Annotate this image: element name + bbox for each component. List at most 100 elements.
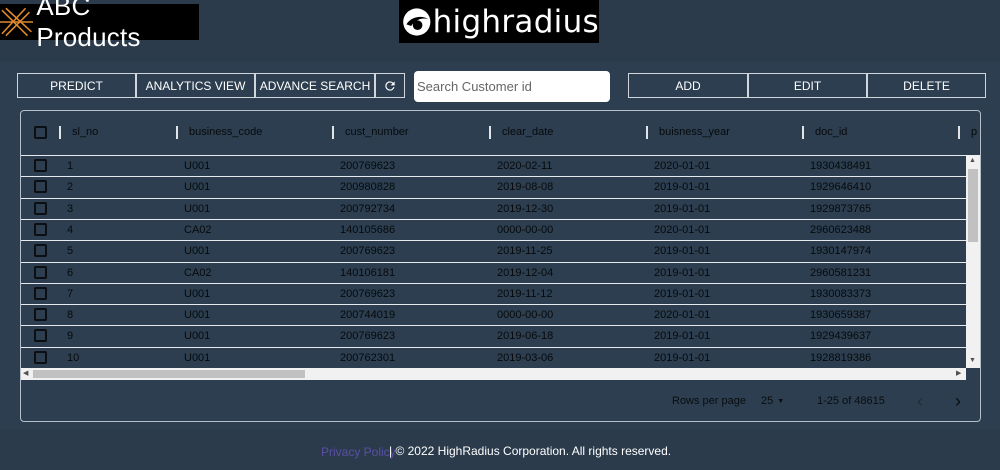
delete-button[interactable]: DELETE [867,73,986,98]
previous-page-icon[interactable]: ‹ [917,391,923,412]
column-separator[interactable] [958,126,960,139]
table-row[interactable]: 5 U001 200769623 2019-11-25 2019-01-01 193014… [21,240,966,261]
highradius-logo: highradius [399,0,599,43]
table-row[interactable]: 10 U001 200762301 2019-03-06 2019-01-01 19288… [21,346,966,368]
column-separator[interactable] [802,126,804,139]
row-checkbox[interactable] [34,308,47,322]
cell-sl-no: 3 [67,202,74,215]
cell-cust-number: 200769623 [340,160,396,172]
scroll-down-arrow-icon[interactable]: ▼ [969,356,976,366]
column-header-business-code[interactable]: business_code [189,126,262,138]
row-checkbox[interactable] [34,329,47,343]
cell-doc-id: 1930083373 [810,287,872,300]
cell-sl-no: 4 [67,223,74,236]
select-all-checkbox[interactable] [34,126,47,139]
row-checkbox[interactable] [34,244,47,258]
scroll-left-arrow-icon[interactable]: ◀ [23,369,28,379]
cell-buisness-year: 2019-01-01 [654,330,711,343]
cell-cust-number: 200769623 [340,330,396,343]
rows-per-page-value: 25 [761,395,774,407]
cell-business-code: U001 [184,330,211,343]
next-page-icon[interactable]: › [955,391,961,412]
scroll-right-arrow-icon[interactable]: ▶ [956,369,961,379]
cell-clear-date: 2019-08-08 [497,181,554,194]
cell-doc-id: 1928819386 [810,351,872,364]
cell-clear-date: 0000-00-00 [497,223,554,236]
column-header-sl-no[interactable]: sl_no [72,126,98,138]
row-checkbox[interactable] [34,350,47,364]
column-header-buisness-year[interactable]: buisness_year [659,126,730,138]
predict-button[interactable]: PREDICT [17,73,136,98]
page-range-text: 1-25 of 48615 [817,395,885,407]
dropdown-caret-icon: ▼ [777,397,785,405]
column-header-partial[interactable]: p [971,126,977,138]
scroll-up-arrow-icon[interactable]: ▲ [969,156,976,166]
row-checkbox[interactable] [34,286,47,300]
cell-clear-date: 2019-06-18 [497,330,554,343]
column-header-doc-id[interactable]: doc_id [815,126,847,138]
row-checkbox[interactable] [34,265,47,279]
cell-doc-id: 1930147974 [810,245,872,258]
search-input[interactable] [417,79,610,94]
column-separator[interactable] [646,126,648,139]
brand-logo: ABC Products [0,0,199,52]
horizontal-scrollbar[interactable]: ◀ ▶ [21,368,966,380]
cell-cust-number: 200744019 [340,309,396,322]
cell-sl-no: 8 [67,309,74,322]
cell-business-code: U001 [184,160,211,172]
row-checkbox[interactable] [34,180,47,194]
table-row[interactable]: 7 U001 200769623 2019-11-12 2019-01-01 193008… [21,282,966,304]
cell-business-code: U001 [184,181,211,194]
cell-business-code: CA02 [184,223,212,236]
row-checkbox[interactable] [34,222,47,236]
cell-sl-no: 2 [67,181,74,194]
table-row[interactable]: 9 U001 200769623 2019-06-18 2019-01-01 192943… [21,325,966,346]
column-header-clear-date[interactable]: clear_date [502,126,553,138]
vertical-scroll-thumb[interactable] [968,169,978,242]
column-separator[interactable] [332,126,334,139]
cell-doc-id: 1929873765 [810,202,872,215]
add-button[interactable]: ADD [628,73,748,98]
cell-doc-id: 2960623488 [810,223,872,236]
cell-sl-no: 9 [67,330,74,343]
cell-clear-date: 2019-03-06 [497,351,554,364]
refresh-button[interactable] [375,73,405,98]
table-row[interactable]: 8 U001 200744019 0000-00-00 2020-01-01 193065… [21,304,966,325]
column-separator[interactable] [59,126,61,139]
cell-business-code: CA02 [184,266,212,279]
rows-per-page-select[interactable]: 25 ▼ [761,395,784,407]
table-row[interactable]: 4 CA02 140105686 0000-00-00 2020-01-01 296062… [21,218,966,240]
table-row[interactable]: 2 U001 200980828 2019-08-08 2019-01-01 192964… [21,176,966,197]
column-separator[interactable] [176,126,178,139]
cell-clear-date: 2020-02-11 [497,160,553,172]
row-checkbox[interactable] [34,159,47,172]
table-row[interactable]: 3 U001 200792734 2019-12-30 2019-01-01 192987… [21,197,966,219]
cell-buisness-year: 2020-01-01 [654,160,711,172]
cell-business-code: U001 [184,351,211,364]
table-row[interactable]: 1 U001 200769623 2020-02-11 2020-01-01 193043… [21,155,966,176]
cell-buisness-year: 2019-01-01 [654,202,711,215]
vertical-scrollbar[interactable]: ▲ ▼ [966,155,980,368]
column-separator[interactable] [489,126,491,139]
edit-button[interactable]: EDIT [748,73,867,98]
cell-cust-number: 200792734 [340,202,396,215]
cell-clear-date: 2019-11-12 [497,287,553,300]
table-row[interactable]: 6 CA02 140106181 2019-12-04 2019-01-01 296058… [21,261,966,283]
privacy-policy-link[interactable]: Privacy Policy [321,445,396,459]
cell-clear-date: 2019-12-04 [497,266,554,279]
row-checkbox[interactable] [34,201,47,215]
grid-header: sl_no business_code cust_number clear_da… [21,111,980,155]
cell-cust-number: 200769623 [340,287,396,300]
horizontal-scroll-thumb[interactable] [33,370,305,378]
analytics-view-button[interactable]: ANALYTICS VIEW [136,73,255,98]
advance-search-button[interactable]: ADVANCE SEARCH [255,73,375,98]
cell-clear-date: 0000-00-00 [497,309,554,322]
column-header-cust-number[interactable]: cust_number [345,126,409,138]
cell-doc-id: 1929439637 [810,330,872,343]
cell-sl-no: 10 [67,351,80,364]
cell-cust-number: 200980828 [340,181,396,194]
cell-doc-id: 1929646410 [810,181,872,194]
search-box [414,71,610,102]
copyright-text: | © 2022 HighRadius Corporation. All rig… [389,444,672,458]
cell-doc-id: 1930438491 [810,160,872,172]
